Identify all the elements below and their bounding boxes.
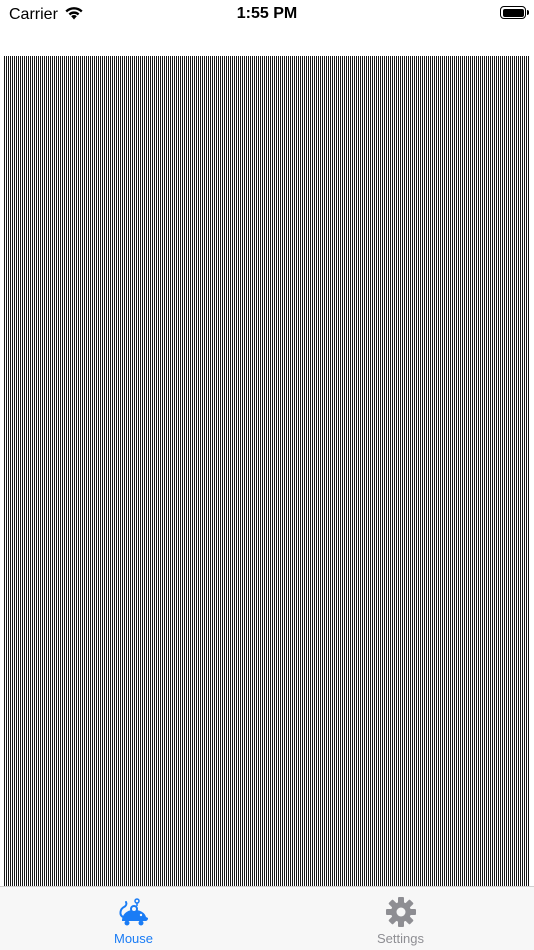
status-bar: Carrier 1:55 PM (0, 0, 534, 28)
tab-settings-label: Settings (377, 931, 424, 946)
mouse-icon (117, 897, 151, 927)
tab-bar: Mouse Settings (0, 886, 534, 950)
app-screen: Carrier 1:55 PM Mouse Settings (0, 0, 534, 950)
gear-icon (384, 897, 418, 927)
status-time: 1:55 PM (236, 5, 298, 22)
trackpad-area[interactable] (4, 56, 530, 886)
tab-settings[interactable]: Settings (267, 887, 534, 950)
battery-fill (502, 8, 524, 17)
tab-mouse[interactable]: Mouse (0, 887, 267, 950)
tab-mouse-label: Mouse (113, 931, 154, 946)
battery-icon (500, 6, 529, 19)
